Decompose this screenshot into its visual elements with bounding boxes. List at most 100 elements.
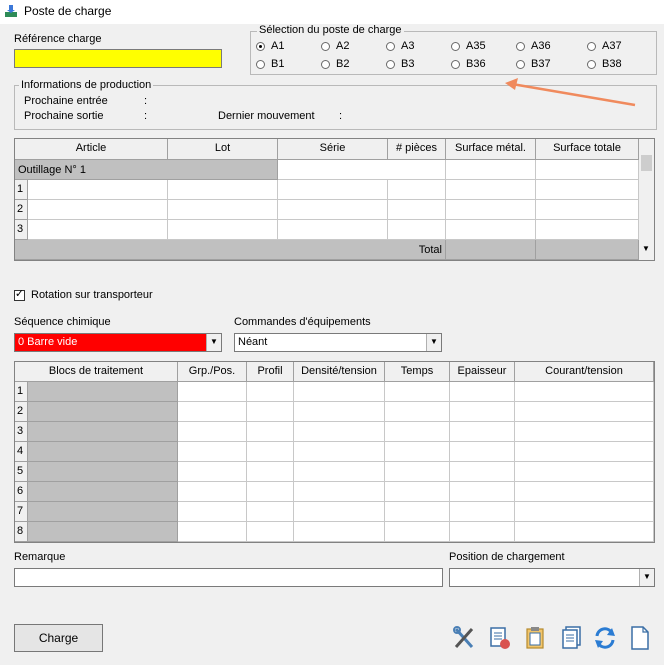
table-cell[interactable]: [536, 160, 639, 180]
col-header-pieces[interactable]: # pièces: [388, 139, 446, 160]
table-cell[interactable]: [385, 422, 450, 442]
table-cell[interactable]: [247, 462, 294, 482]
table-cell[interactable]: [294, 402, 385, 422]
col-header-temps[interactable]: Temps: [385, 362, 450, 382]
table-cell[interactable]: [385, 462, 450, 482]
table-cell[interactable]: [450, 522, 515, 542]
radio-b3[interactable]: [386, 60, 395, 69]
table-cell[interactable]: [168, 220, 278, 240]
table-cell[interactable]: [388, 180, 446, 200]
radio-a1[interactable]: [256, 42, 265, 51]
radio-a36[interactable]: [516, 42, 525, 51]
copy-document-icon[interactable]: [560, 625, 584, 651]
col-header-surface-totale[interactable]: Surface totale: [536, 139, 639, 160]
scroll-thumb[interactable]: [641, 155, 652, 171]
radio-b1[interactable]: [256, 60, 265, 69]
radio-a3[interactable]: [386, 42, 395, 51]
table-cell[interactable]: [247, 522, 294, 542]
chevron-down-icon[interactable]: ▼: [639, 569, 654, 586]
radio-b38[interactable]: [587, 60, 596, 69]
table-cell[interactable]: [515, 482, 654, 502]
table-cell[interactable]: [247, 382, 294, 402]
col-header-serie[interactable]: Série: [278, 139, 388, 160]
table-cell[interactable]: [388, 200, 446, 220]
col-header-grp-pos[interactable]: Grp./Pos.: [178, 362, 247, 382]
table-cell[interactable]: [536, 180, 639, 200]
table-cell[interactable]: [28, 220, 168, 240]
table-cell[interactable]: [294, 522, 385, 542]
radio-a2[interactable]: [321, 42, 330, 51]
new-document-icon[interactable]: [628, 625, 652, 651]
table-cell[interactable]: [385, 482, 450, 502]
table-cell[interactable]: [247, 422, 294, 442]
col-header-article[interactable]: Article: [15, 139, 168, 160]
table-cell[interactable]: [515, 382, 654, 402]
table-cell[interactable]: [515, 522, 654, 542]
table-cell[interactable]: [168, 180, 278, 200]
table-cell[interactable]: [178, 462, 247, 482]
table-cell[interactable]: [247, 482, 294, 502]
sequence-combo[interactable]: 0 Barre vide ▼: [14, 333, 222, 352]
table-cell[interactable]: [385, 402, 450, 422]
radio-b2[interactable]: [321, 60, 330, 69]
table-cell[interactable]: [450, 442, 515, 462]
table-cell[interactable]: [450, 422, 515, 442]
table-cell[interactable]: [450, 482, 515, 502]
table-cell[interactable]: [178, 402, 247, 422]
table-cell[interactable]: [168, 200, 278, 220]
table-cell[interactable]: [450, 502, 515, 522]
table-cell[interactable]: [278, 200, 388, 220]
col-header-lot[interactable]: Lot: [168, 139, 278, 160]
table-cell[interactable]: [515, 402, 654, 422]
table-cell[interactable]: [515, 422, 654, 442]
scroll-down-icon[interactable]: ▼: [642, 244, 650, 253]
table-cell[interactable]: [178, 442, 247, 462]
table-cell[interactable]: [247, 442, 294, 462]
chevron-down-icon[interactable]: ▼: [206, 334, 221, 351]
chevron-down-icon[interactable]: ▼: [426, 334, 441, 351]
table-cell[interactable]: [450, 402, 515, 422]
table-cell[interactable]: [294, 482, 385, 502]
articles-scrollbar[interactable]: ▼: [639, 139, 654, 260]
table-cell[interactable]: [385, 522, 450, 542]
refresh-icon[interactable]: [593, 625, 617, 651]
table-cell[interactable]: [446, 220, 536, 240]
table-cell[interactable]: [278, 220, 388, 240]
table-cell[interactable]: [515, 502, 654, 522]
table-cell[interactable]: [536, 200, 639, 220]
table-cell[interactable]: [385, 502, 450, 522]
table-cell[interactable]: [294, 442, 385, 462]
load-position-combo[interactable]: ▼: [449, 568, 655, 587]
table-cell[interactable]: [450, 382, 515, 402]
table-cell[interactable]: [294, 462, 385, 482]
clipboard-icon[interactable]: [524, 625, 548, 651]
table-cell[interactable]: [294, 422, 385, 442]
col-header-densite[interactable]: Densité/tension: [294, 362, 385, 382]
col-header-surface-metal[interactable]: Surface métal.: [446, 139, 536, 160]
table-cell[interactable]: [294, 382, 385, 402]
table-cell[interactable]: [388, 220, 446, 240]
radio-a37[interactable]: [587, 42, 596, 51]
table-cell[interactable]: [278, 160, 446, 180]
table-cell[interactable]: [178, 382, 247, 402]
col-header-profil[interactable]: Profil: [247, 362, 294, 382]
table-cell[interactable]: [385, 442, 450, 462]
table-cell[interactable]: [278, 180, 388, 200]
reference-input[interactable]: [14, 49, 222, 68]
radio-a35[interactable]: [451, 42, 460, 51]
document-delete-icon[interactable]: [488, 625, 512, 651]
equipment-combo[interactable]: Néant ▼: [234, 333, 442, 352]
radio-b37[interactable]: [516, 60, 525, 69]
remark-input[interactable]: [14, 568, 443, 587]
table-cell[interactable]: [247, 502, 294, 522]
table-cell[interactable]: [178, 482, 247, 502]
table-cell[interactable]: [446, 160, 536, 180]
col-header-blocs[interactable]: Blocs de traitement: [15, 362, 178, 382]
col-header-epaisseur[interactable]: Epaisseur: [450, 362, 515, 382]
table-cell[interactable]: [515, 442, 654, 462]
table-cell[interactable]: [446, 180, 536, 200]
table-cell[interactable]: [178, 422, 247, 442]
table-cell[interactable]: [28, 200, 168, 220]
table-cell[interactable]: [536, 220, 639, 240]
col-header-courant[interactable]: Courant/tension: [515, 362, 654, 382]
